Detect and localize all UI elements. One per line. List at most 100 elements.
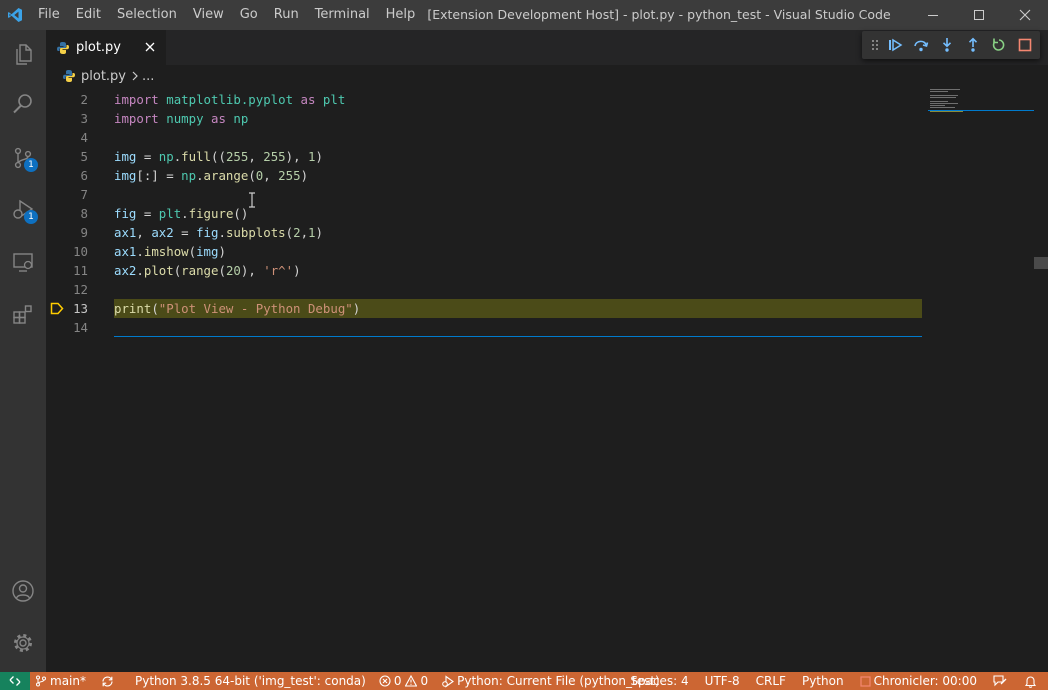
minimap-line	[930, 91, 948, 92]
restart-button[interactable]	[986, 31, 1012, 59]
restart-icon	[992, 38, 1005, 51]
code-text: ax2.plot(range(20), 'r^')	[114, 263, 301, 278]
remote-explorer-button[interactable]	[0, 238, 46, 286]
feedback-button[interactable]	[985, 672, 1018, 690]
search-button[interactable]	[0, 80, 46, 128]
chronicler-status[interactable]: Chronicler: 00:00	[852, 672, 985, 690]
menu-file[interactable]: File	[30, 0, 68, 30]
debug-toolbar-drag-handle[interactable]	[868, 31, 882, 59]
breadcrumb-file[interactable]: plot.py	[81, 69, 126, 84]
explorer-button[interactable]	[0, 30, 46, 78]
activity-bar: 1 1	[0, 30, 46, 672]
menu-help[interactable]: Help	[378, 0, 424, 30]
problems-status[interactable]: 0 0	[374, 672, 433, 690]
status-bar-right: Spaces: 4 UTF-8 CRLF Python Chronicler: …	[622, 672, 1048, 690]
code-line: 14	[46, 318, 922, 337]
error-count: 0	[393, 674, 402, 688]
eol-status[interactable]: CRLF	[748, 672, 794, 690]
minimap-line	[930, 105, 945, 106]
breadcrumb: plot.py ...	[46, 65, 1048, 87]
account-icon	[12, 580, 34, 602]
code-text: ax1, ax2 = fig.subplots(2,1)	[114, 225, 323, 240]
line-number: 5	[80, 149, 88, 164]
menu-terminal[interactable]: Terminal	[307, 0, 378, 30]
minimap-line	[930, 101, 948, 102]
editor-scrollbar[interactable]	[1034, 87, 1048, 672]
sync-button[interactable]	[91, 672, 127, 690]
menu-view[interactable]: View	[185, 0, 232, 30]
line-number: 6	[80, 168, 88, 183]
menu-selection[interactable]: Selection	[109, 0, 185, 30]
code-line: 10 ax1.imshow(img)	[46, 242, 922, 261]
remote-indicator-button[interactable]	[0, 672, 30, 690]
scrollbar-thumb[interactable]	[1034, 257, 1048, 269]
maximize-icon	[974, 10, 984, 20]
tab-close-button[interactable]	[142, 39, 158, 55]
editor-cursor-underline	[114, 336, 922, 337]
menu-run[interactable]: Run	[266, 0, 307, 30]
code-text: fig = plt.figure()	[114, 206, 249, 221]
step-out-button[interactable]	[960, 31, 986, 59]
extensions-button[interactable]	[0, 290, 46, 338]
minimap[interactable]	[928, 87, 1034, 117]
notifications-button[interactable]	[1018, 672, 1048, 690]
language-mode-status[interactable]: Python	[794, 672, 852, 690]
code-line: 12	[46, 280, 922, 299]
git-branch-icon	[36, 675, 46, 687]
python-file-icon	[63, 70, 75, 82]
search-icon	[13, 94, 32, 114]
code-line: 6 img[:] = np.arange(0, 255)	[46, 166, 922, 185]
line-number: 13	[73, 301, 88, 316]
branch-status[interactable]: main*	[30, 672, 91, 690]
close-icon	[1019, 9, 1031, 21]
code-line: 8 fig = plt.figure()	[46, 204, 922, 223]
accounts-button[interactable]	[0, 567, 46, 615]
continue-button[interactable]	[882, 31, 908, 59]
code-text: import numpy as np	[114, 111, 249, 126]
code-text: print("Plot View - Python Debug")	[114, 301, 361, 316]
close-window-button[interactable]	[1002, 0, 1048, 30]
line-number: 3	[80, 111, 88, 126]
stop-button[interactable]	[1012, 31, 1038, 59]
current-debug-line: 13 print("Plot View - Python Debug")	[46, 299, 922, 318]
breadcrumb-symbol[interactable]: ...	[142, 69, 154, 84]
gear-icon	[14, 634, 32, 652]
close-icon	[145, 42, 155, 52]
error-icon	[379, 675, 391, 687]
minimize-button[interactable]	[910, 0, 956, 30]
maximize-button[interactable]	[956, 0, 1002, 30]
feedback-icon	[993, 674, 1007, 686]
code-text: img[:] = np.arange(0, 255)	[114, 168, 309, 183]
step-over-button[interactable]	[908, 31, 934, 59]
source-control-button[interactable]: 1	[0, 134, 46, 182]
menu-go[interactable]: Go	[232, 0, 266, 30]
record-icon	[859, 675, 871, 687]
line-number: 14	[73, 320, 88, 335]
indentation-status[interactable]: Spaces: 4	[622, 672, 696, 690]
code-text: ax1.imshow(img)	[114, 244, 226, 259]
code-line: 5 img = np.full((255, 255), 1)	[46, 147, 922, 166]
step-into-button[interactable]	[934, 31, 960, 59]
manage-button[interactable]	[0, 619, 46, 667]
step-into-icon	[942, 38, 952, 52]
code-editor[interactable]: 2 import matplotlib.pyplot as plt 3 impo…	[46, 87, 1048, 672]
menu-bar: File Edit Selection View Go Run Terminal…	[30, 0, 423, 30]
encoding-status[interactable]: UTF-8	[697, 672, 748, 690]
code-line: 7	[46, 185, 922, 204]
vscode-logo-icon	[0, 0, 30, 30]
bell-icon	[1024, 675, 1037, 688]
minimap-cursor-line	[928, 110, 1034, 111]
menu-edit[interactable]: Edit	[68, 0, 109, 30]
remote-explorer-icon	[13, 253, 33, 272]
chevron-right-icon	[132, 71, 138, 81]
line-number: 8	[80, 206, 88, 221]
code-line: 11 ax2.plot(range(20), 'r^')	[46, 261, 922, 280]
sync-icon	[102, 675, 113, 687]
tab-plot-py[interactable]: plot.py	[46, 30, 166, 65]
python-interpreter-status[interactable]: Python 3.8.5 64-bit ('img_test': conda)	[127, 672, 374, 690]
window-controls	[910, 0, 1048, 30]
minimize-icon	[928, 15, 938, 16]
debug-alt-icon	[442, 674, 455, 688]
code-line: 3 import numpy as np	[46, 109, 922, 128]
run-debug-button[interactable]: 1	[0, 186, 46, 234]
